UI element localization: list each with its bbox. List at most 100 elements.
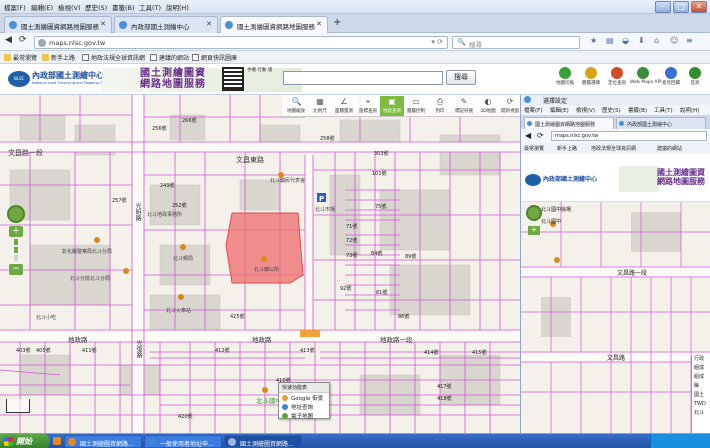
nlsc-logo[interactable] [525,174,541,186]
reading-list-icon[interactable]: ▤ [606,36,615,46]
menu-edit[interactable]: 編輯(E) [550,106,569,114]
zoom-out-button[interactable]: − [9,264,23,275]
bookmark-star-icon[interactable]: ★ [590,36,599,46]
secondary-address-bar[interactable]: maps.nlsc.gov.tw [551,131,707,141]
back-icon[interactable]: ◀ [525,131,531,140]
menu-help[interactable]: 說明(H) [680,106,699,114]
firefox-quicklaunch-icon[interactable] [53,437,61,445]
close-tab-icon[interactable]: ✕ [100,20,106,28]
secondary-map[interactable]: + 北斗國中操場 北斗國中 文昌路一段 文昌路 [521,202,710,433]
bookmark-getting-started[interactable]: 新手上路 [557,145,577,152]
tool-layers[interactable]: ▭ 圖層控制 [404,96,428,114]
menu-bookmarks[interactable]: 書籤(B) [628,106,647,114]
start-button[interactable]: 開始 [0,434,50,448]
address-bar[interactable]: maps.nlsc.gov.tw ▾ ⟳ [34,36,448,49]
tab-nlsc-map-1[interactable]: 國土測繪圖資網路地圖服務 ✕ [4,16,112,33]
minimize-icon[interactable]: – [655,1,671,13]
bookmarks-bar: 最常瀏覽 新手上路 地政法規全球資訊網 建議的網站 網頁快訊圖庫 [0,51,710,64]
menu-icon[interactable]: ≡ [686,36,695,46]
bookmark-land-law[interactable]: 地政法規全球資訊網 [82,53,145,62]
menu-tools[interactable]: 工具(T) [654,106,673,114]
tool-area[interactable]: ∠ 面積量測 [332,96,356,114]
back-icon[interactable]: ◀ [5,35,12,45]
close-tab-icon[interactable]: ✕ [316,20,322,28]
taskbar-item-address[interactable]: 一般使用者地址申... [144,435,222,448]
info-line: 行政 [694,356,705,362]
layer-select-button[interactable]: 圖層選擇 [578,67,604,86]
close-tab-icon[interactable]: ✕ [206,20,212,28]
tool-3d[interactable]: ◐ 3D地圖 [476,96,500,114]
tool-label: 比例尺 [313,109,327,114]
pocket-icon[interactable]: ◒ [622,36,631,46]
parcel-label: 75號 [375,204,387,210]
maximize-icon[interactable]: □ [673,1,689,13]
zoom-level-tick[interactable] [14,247,18,253]
bookmark-label: 網頁快訊圖庫 [201,55,238,62]
browser-search-field[interactable]: 🔍 搜尋 [452,36,580,49]
tool-print[interactable]: ⎙ 列印 [428,96,452,114]
zoom-icon: 🔍 [291,97,302,106]
menu-file[interactable]: 檔案(F) [524,106,542,114]
tool-zoom[interactable]: 🔍 地圖縮放 [284,96,308,114]
zoom-in-button[interactable]: + [9,226,23,237]
tool-parcel-query[interactable]: ▣ 地段查詢 [380,96,404,116]
menu-tools[interactable]: 工具(T) [139,2,161,12]
map-canvas[interactable]: P 文昌路一段 文昌東路 光明路 光復路 地政路 地政路 地政路一段 北斗地政事… [0,95,520,433]
map-switch-button[interactable]: 地圖切換 [552,67,578,86]
menu-item-e-map[interactable]: 電子地圖 [279,411,329,420]
pan-icon[interactable] [7,205,25,223]
zoom-level-tick[interactable] [14,255,18,261]
menu-edit[interactable]: 編輯(E) [31,2,53,12]
menu-item-street-view[interactable]: Google 街景 [279,393,329,402]
reload-icon[interactable]: ⟳ [537,131,544,140]
refresh-icon[interactable]: ▾ ⟳ [431,38,443,46]
pan-icon[interactable] [526,205,542,221]
tab-nlsc-map-active[interactable]: 國土測繪圖資網路地圖服務 ✕ [220,16,328,33]
smiley-icon[interactable]: ☺ [670,36,679,46]
menu-item-address-query[interactable]: 地址查詢 [279,402,329,411]
menu-bookmarks[interactable]: 書籤(B) [112,2,135,12]
tab-nlsc-center[interactable]: 內政部國土測繪中心 ✕ [114,16,218,33]
close-icon[interactable]: ✕ [691,1,707,13]
secondary-tab-map[interactable]: 國土測繪圖資網路地圖服務 [524,117,614,129]
bookmark-web-slices[interactable]: 網頁快訊圖庫 [192,53,237,62]
taskbar-item-map-2[interactable]: 國土測繪圖資網路... [224,435,302,448]
taskbar-item-map-1[interactable]: 國土測繪圖資網路... [64,435,142,448]
tool-new-window[interactable]: ⟳ 開新視窗 [498,96,522,114]
bookmark-getting-started[interactable]: 新手上路 [42,53,75,62]
bookmark-suggested[interactable]: 建議的網站 [657,145,682,152]
firefox-icon [68,438,76,446]
tool-scale[interactable]: ▦ 比例尺 [308,96,332,114]
tab-label: 國土測繪圖資網路地圖服務 [535,122,596,128]
site-search-input[interactable] [283,71,443,85]
zoom-level-tick[interactable] [14,239,18,245]
tool-markers[interactable]: ✎ 標記符號 [452,96,476,114]
secondary-cadastral-map[interactable] [521,202,710,433]
bookmark-suggested[interactable]: 建議的網站 [150,53,189,62]
street-label: 文昌路一段 [8,149,43,157]
menu-history[interactable]: 歷史(S) [602,106,621,114]
bookmark-land-law[interactable]: 地政法規全球資訊網 [591,145,636,152]
web-maps-api-button[interactable]: Web Maps API [630,67,662,85]
menu-help[interactable]: 說明(H) [166,2,189,12]
bookmark-most-visited[interactable]: 最常瀏覽 [524,145,544,152]
feedback-button[interactable]: 意見回饋 [658,67,684,86]
home-button[interactable]: 首頁 [682,67,708,86]
locate-query-button[interactable]: 定位查詢 [604,67,630,86]
home-icon[interactable]: ⌂ [654,36,663,46]
menu-history[interactable]: 歷史(S) [85,2,107,12]
site-search-button[interactable]: 搜尋 [446,70,476,85]
secondary-tab-center[interactable]: 內政部國土測繪中心 [616,117,706,129]
bookmark-most-visited[interactable]: 最常瀏覽 [4,53,37,62]
tool-coordinate[interactable]: ⌖ 座標查詢 [356,96,380,114]
new-tab-button[interactable]: + [333,17,341,28]
download-icon[interactable]: ⬇ [638,36,647,46]
menu-view[interactable]: 檢視(V) [576,106,595,114]
reload-icon[interactable]: ⟳ [19,35,27,45]
place-label: 北斗火車站 [166,308,192,314]
zoom-in-button[interactable]: + [528,226,540,235]
nlsc-logo[interactable]: NLSC [8,71,30,87]
menu-file[interactable]: 檔案(F) [4,2,26,12]
menu-view[interactable]: 檢視(V) [58,2,81,12]
task-label: 一般使用者地址申... [160,441,214,448]
